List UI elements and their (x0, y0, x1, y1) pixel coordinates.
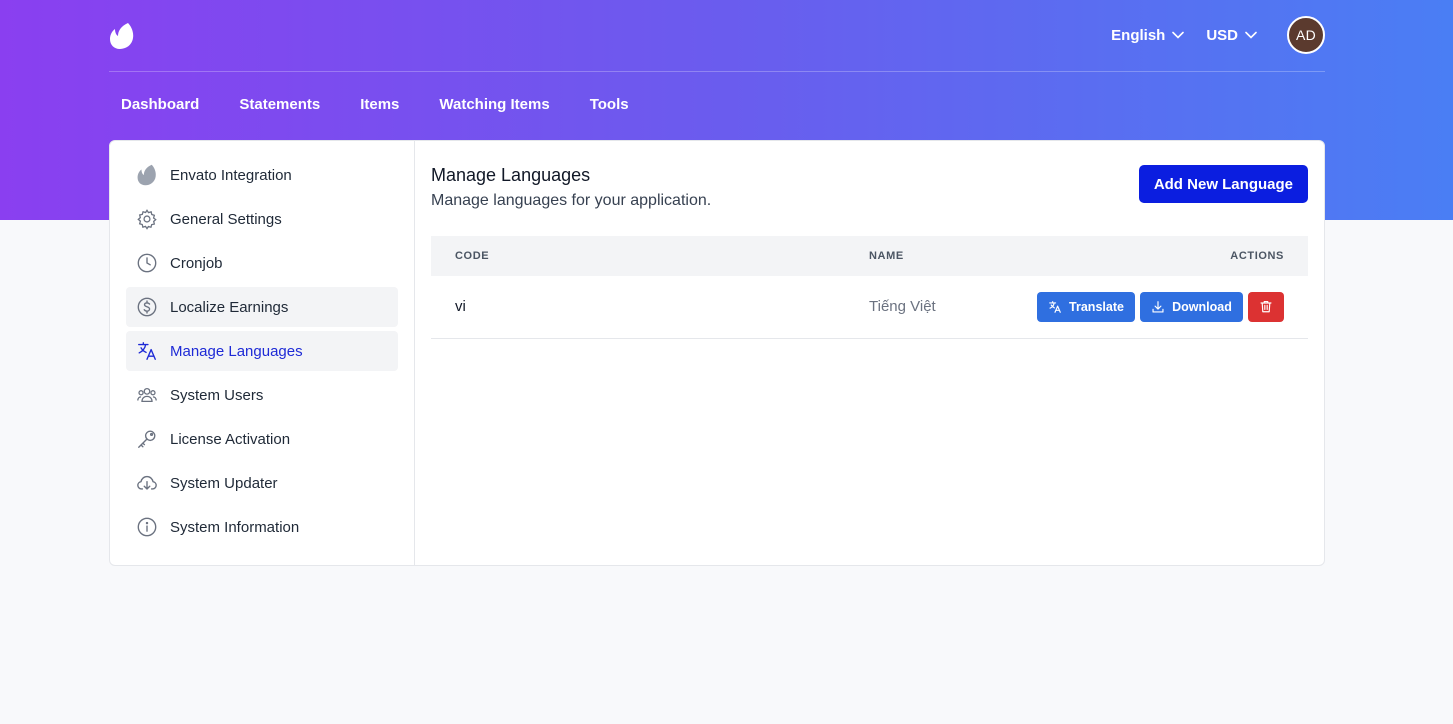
user-avatar[interactable]: AD (1287, 16, 1325, 54)
avatar-initials: AD (1295, 27, 1317, 43)
nav-statements[interactable]: Statements (227, 92, 332, 117)
download-label: Download (1172, 299, 1232, 314)
main-nav: Dashboard Statements Items Watching Item… (109, 92, 657, 117)
nav-items[interactable]: Items (348, 92, 411, 117)
translate-icon (1049, 300, 1061, 313)
currency-dropdown[interactable]: USD (1206, 27, 1257, 44)
sidebar-item-label: Cronjob (170, 254, 223, 272)
envato-icon (136, 164, 158, 186)
key-icon (136, 428, 158, 450)
sidebar-item-label: General Settings (170, 210, 282, 228)
sidebar-item-system-updater[interactable]: System Updater (126, 463, 398, 503)
download-icon (1152, 300, 1164, 313)
sidebar-item-label: Manage Languages (170, 342, 303, 360)
sidebar-item-label: Envato Integration (170, 166, 292, 184)
language-code: vi (455, 298, 466, 316)
trash-icon (1260, 301, 1272, 313)
table-row: vi Tiếng Việt Translate Download (431, 276, 1308, 338)
sidebar-item-manage-languages[interactable]: Manage Languages (126, 331, 398, 371)
nav-tools[interactable]: Tools (578, 92, 641, 117)
download-button[interactable]: Download (1140, 291, 1243, 322)
sidebar-item-system-users[interactable]: System Users (126, 375, 398, 415)
language-name: Tiếng Việt (869, 298, 936, 316)
info-icon (136, 516, 158, 538)
sidebar-item-system-information[interactable]: System Information (126, 507, 398, 547)
currency-label: USD (1206, 26, 1238, 44)
dollar-circle-icon (136, 296, 158, 318)
translate-button[interactable]: Translate (1037, 291, 1135, 322)
add-new-language-button[interactable]: Add New Language (1138, 165, 1308, 203)
languages-table: CODE NAME ACTIONS vi Tiếng Việt Translat… (431, 236, 1308, 339)
settings-card: Envato Integration General Settings Cron… (109, 140, 1325, 566)
sidebar-item-label: System Information (170, 518, 300, 536)
nav-watching-items[interactable]: Watching Items (427, 92, 561, 117)
sidebar-item-label: Localize Earnings (170, 298, 289, 316)
sidebar-item-license-activation[interactable]: License Activation (126, 419, 398, 459)
users-icon (136, 384, 158, 406)
chevron-down-icon (1245, 31, 1257, 39)
top-bar: English USD AD (109, 0, 1325, 72)
sidebar-item-label: System Updater (170, 474, 278, 492)
translate-label: Translate (1069, 299, 1124, 314)
column-header-name: NAME (869, 250, 904, 262)
sidebar-item-general-settings[interactable]: General Settings (126, 199, 398, 239)
sidebar-item-label: License Activation (170, 430, 291, 448)
nav-dashboard[interactable]: Dashboard (109, 92, 211, 117)
column-header-code: CODE (455, 250, 490, 262)
clock-icon (136, 252, 158, 274)
envato-logo-icon[interactable] (109, 22, 135, 50)
language-label: English (1111, 26, 1166, 44)
gear-icon (136, 208, 158, 230)
cloud-download-icon (136, 472, 158, 494)
translate-icon (136, 340, 158, 362)
delete-button[interactable] (1248, 291, 1284, 322)
chevron-down-icon (1172, 31, 1185, 39)
header-controls: English USD AD (1111, 16, 1325, 54)
sidebar-item-cronjob[interactable]: Cronjob (126, 243, 398, 283)
table-header-row: CODE NAME ACTIONS (431, 236, 1308, 276)
language-dropdown[interactable]: English (1111, 26, 1185, 44)
sidebar-item-envato-integration[interactable]: Envato Integration (126, 155, 398, 195)
row-actions: Translate Download (1015, 276, 1308, 338)
main-content: Manage Languages Manage languages for yo… (415, 141, 1324, 565)
settings-sidebar: Envato Integration General Settings Cron… (110, 141, 415, 565)
sidebar-item-localize-earnings[interactable]: Localize Earnings (126, 287, 398, 327)
sidebar-item-label: System Users (170, 386, 264, 404)
column-header-actions: ACTIONS (1230, 250, 1284, 262)
